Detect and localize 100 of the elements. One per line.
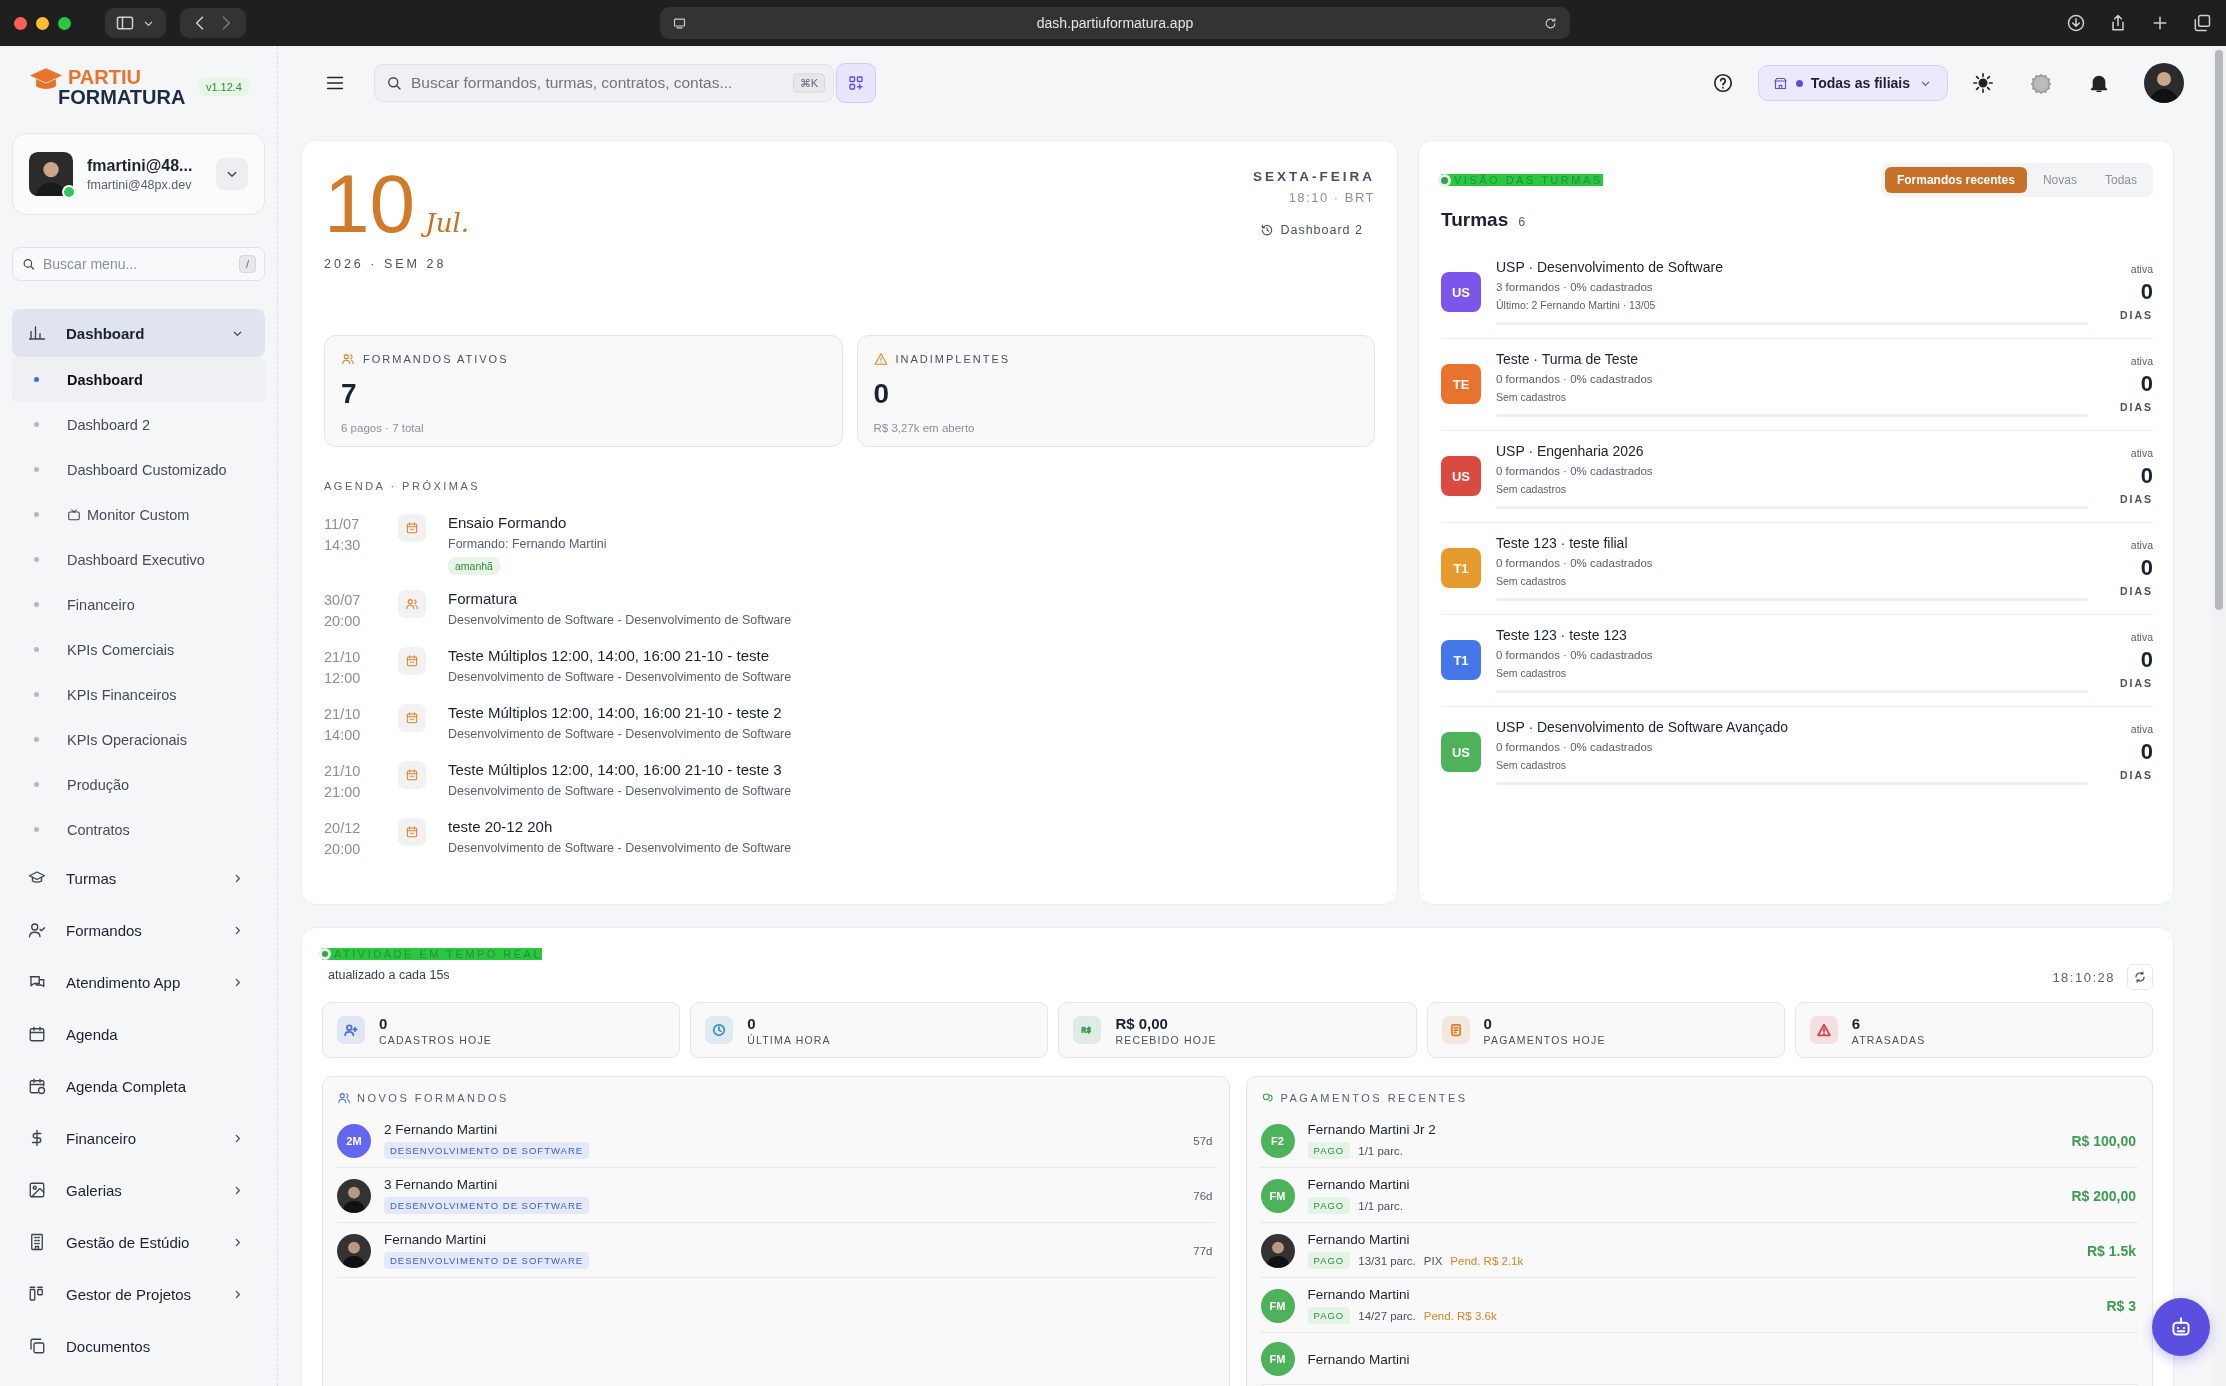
submenu-item[interactable]: Dashboard 2 (12, 402, 265, 447)
submenu-item[interactable]: Contratos (12, 807, 265, 852)
scrollbar-thumb[interactable] (2215, 50, 2223, 610)
menu-item[interactable]: Formandos (12, 904, 265, 956)
avatar[interactable] (2144, 63, 2184, 103)
reload-icon[interactable] (1543, 15, 1558, 31)
metric-label: ÚLTIMA HORA (747, 1033, 831, 1046)
stat-label: FORMANDOS ATIVOS (363, 353, 509, 365)
class-name[interactable]: Teste · Turma de Teste (1496, 351, 2088, 367)
minimize-button[interactable] (36, 16, 49, 30)
agenda-event[interactable]: 21/10 14:00 Teste Múltiplos 12:00, 14:00, 16:00 21-10 - teste 2 Desenvolvimento de Software - Desenvolvimento de Software (324, 704, 1375, 746)
menu-item[interactable]: Agenda (12, 1008, 265, 1060)
tabs-icon[interactable] (2192, 13, 2212, 33)
submenu-item[interactable]: KPIs Financeiros (12, 672, 265, 717)
class-stats: 0 formandos · 0% cadastrados (1496, 373, 1654, 385)
calendar-icon (405, 768, 419, 782)
metric-label: CADASTROS HOJE (379, 1033, 493, 1046)
stat-value: 0 (873, 378, 891, 410)
branch-selector[interactable]: Todas as filiais (1757, 65, 1948, 101)
event-time: 14:30 (324, 536, 362, 555)
course-tag: DESENVOLVIMENTO DE SOFTWARE (384, 1252, 590, 1269)
submenu-item[interactable]: Dashboard (12, 357, 265, 402)
documents-icon (28, 1337, 46, 1355)
metric-value: 6 (1851, 1014, 1862, 1032)
event-time: 14:00 (324, 726, 362, 745)
submenu-item[interactable]: KPIs Comerciais (12, 627, 265, 672)
calendar-clock-icon (28, 1077, 46, 1095)
menu-item[interactable]: Agenda Completa (12, 1060, 265, 1112)
menu-item[interactable]: Financeiro (12, 1112, 265, 1164)
payer-name[interactable]: Fernando Martini Jr 2 (1307, 1122, 2059, 1137)
people-icon (337, 1091, 351, 1105)
live-status-dot (1441, 176, 1448, 184)
agenda-event[interactable]: 20/12 20:00 teste 20-12 20h Desenvolvimento de Software - Desenvolvimento de Software (324, 818, 1375, 860)
dashboard-link[interactable]: Dashboard 2 (1260, 223, 1375, 237)
menu-item[interactable]: Dashboard (12, 309, 265, 357)
student-name[interactable]: 3 Fernando Martini (384, 1177, 1181, 1192)
section-eyebrow: ATIVIDADE EM TEMPO REAL (334, 948, 543, 960)
filter-tab[interactable]: Formandos recentes (1884, 167, 2027, 193)
class-stats: 0 formandos · 0% cadastrados (1496, 741, 1654, 753)
menu-item[interactable]: Documentos (12, 1320, 265, 1372)
class-initials-badge: TE (1441, 364, 1481, 404)
submenu-item[interactable]: Financeiro (12, 582, 265, 627)
pending-amount: Pend. R$ 3.6k (1423, 1309, 1497, 1322)
sun-icon[interactable] (1972, 72, 1994, 94)
last-updated-time: 18:10:28 (2052, 969, 2115, 985)
event-subtitle: Desenvolvimento de Software - Desenvolvimento de Software (448, 841, 792, 855)
menu-item[interactable]: Galerias (12, 1164, 265, 1216)
payer-name[interactable]: Fernando Martini (1307, 1287, 2094, 1302)
address-bar[interactable]: dash.partiuformatura.app (660, 7, 1570, 39)
shortcut-key: ⌘K (792, 73, 825, 93)
menu-item[interactable]: Turmas (12, 852, 265, 904)
submenu-item[interactable]: Produção (12, 762, 265, 807)
class-name[interactable]: Teste 123 · teste 123 (1496, 627, 2088, 643)
refresh-button[interactable] (2127, 964, 2153, 990)
event-date: 30/07 (324, 591, 362, 610)
course-tag: DESENVOLVIMENTO DE SOFTWARE (384, 1142, 590, 1159)
menu-item[interactable]: Atendimento App (12, 956, 265, 1008)
submenu-item[interactable]: Dashboard Customizado (12, 447, 265, 492)
installments: 13/31 parc. (1358, 1254, 1416, 1267)
class-name[interactable]: USP · Desenvolvimento de Software Avançado (1496, 719, 2088, 735)
student-name[interactable]: Fernando Martini (384, 1232, 1181, 1247)
student-name[interactable]: 2 Fernando Martini (384, 1122, 1181, 1137)
download-icon[interactable] (2066, 13, 2086, 33)
avatar (1260, 1233, 1295, 1268)
stat-caption: R$ 3,27k em aberto (873, 422, 976, 434)
maximize-button[interactable] (58, 16, 71, 30)
class-initials-badge: US (1441, 732, 1481, 772)
event-subtitle: Desenvolvimento de Software - Desenvolvimento de Software (448, 727, 792, 741)
submenu-item[interactable]: KPIs Operacionais (12, 717, 265, 762)
agenda-event[interactable]: 30/07 20:00 Formatura Desenvolvimento de Software - Desenvolvimento de Software (324, 590, 1375, 632)
menu-item[interactable]: Gestor de Projetos (12, 1268, 265, 1320)
status-label: ativa (2130, 263, 2153, 275)
user-check-icon (28, 921, 46, 939)
settings-icon[interactable] (2030, 72, 2052, 94)
elapsed-time: 57d (1193, 1134, 1213, 1147)
count: 6 (1518, 215, 1526, 229)
agenda-event[interactable]: 11/07 14:30 Ensaio Formando Formando: Fernando Martini amanhã (324, 514, 1375, 575)
payer-name[interactable]: Fernando Martini (1307, 1177, 2059, 1192)
metric-value: R$ 0,00 (1115, 1014, 1169, 1032)
status-label: ativa (2130, 355, 2153, 367)
event-subtitle: Desenvolvimento de Software - Desenvolvimento de Software (448, 670, 792, 684)
class-name[interactable]: USP · Engenharia 2026 (1496, 443, 2088, 459)
submenu-item[interactable]: Dashboard Executivo (12, 537, 265, 582)
class-name[interactable]: USP · Desenvolvimento de Software (1496, 259, 2088, 275)
event-time: 20:00 (324, 612, 362, 631)
payer-name[interactable]: Fernando Martini (1307, 1351, 2138, 1367)
assistant-button[interactable] (2152, 1298, 2210, 1356)
submenu-item[interactable]: Monitor Custom (12, 492, 265, 537)
pending-amount: Pend. R$ 2.1k (1450, 1254, 1524, 1267)
class-name[interactable]: Teste 123 · teste filial (1496, 535, 2088, 551)
close-button[interactable] (14, 16, 27, 30)
sidebar-toggle-button[interactable] (105, 8, 166, 38)
agenda-event[interactable]: 21/10 21:00 Teste Múltiplos 12:00, 14:00, 16:00 21-10 - teste 3 Desenvolvimento de Software - Desenvolvimento de Software (324, 761, 1375, 803)
payer-name[interactable]: Fernando Martini (1307, 1232, 2074, 1247)
event-title: Ensaio Formando (448, 514, 568, 531)
apps-button[interactable] (836, 63, 876, 103)
agenda-event[interactable]: 21/10 12:00 Teste Múltiplos 12:00, 14:00, 16:00 21-10 - teste Desenvolvimento de Software - Desenvolvimento de Software (324, 647, 1375, 689)
help-icon[interactable] (1711, 72, 1734, 94)
menu-item[interactable]: Gestão de Estúdio (12, 1216, 265, 1268)
class-stats: 0 formandos · 0% cadastrados (1496, 649, 1654, 661)
